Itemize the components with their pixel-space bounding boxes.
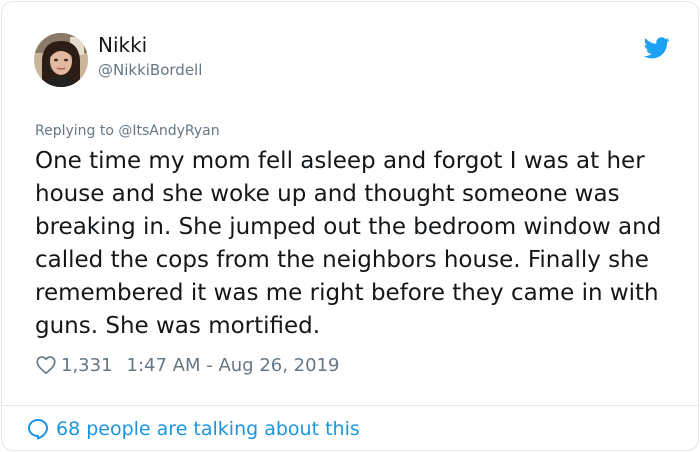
speech-bubble-icon	[28, 419, 48, 440]
avatar-image	[34, 33, 88, 87]
avatar[interactable]	[34, 33, 88, 87]
talking-link[interactable]: 68 people are talking about this	[26, 416, 360, 442]
like-count[interactable]: 1,331	[61, 355, 113, 376]
twitter-bird-icon[interactable]	[644, 37, 670, 59]
author-handle[interactable]: @NikkiBordell	[98, 61, 202, 79]
tweet-text: One time my mom fell asleep and forgot I…	[35, 148, 662, 339]
tweet-timestamp[interactable]: 1:47 AM - Aug 26, 2019	[127, 355, 340, 376]
divider	[2, 405, 698, 406]
talking-text[interactable]: 68 people are talking about this	[56, 418, 360, 440]
author-name[interactable]: Nikki	[98, 33, 147, 57]
tweet-card: Nikki @NikkiBordell Replying to @ItsAndy…	[1, 1, 699, 451]
tweet-meta: 1,331 1:47 AM - Aug 26, 2019	[35, 352, 339, 378]
heart-icon[interactable]	[35, 354, 57, 376]
replying-to[interactable]: Replying to @ItsAndyRyan	[35, 123, 220, 139]
